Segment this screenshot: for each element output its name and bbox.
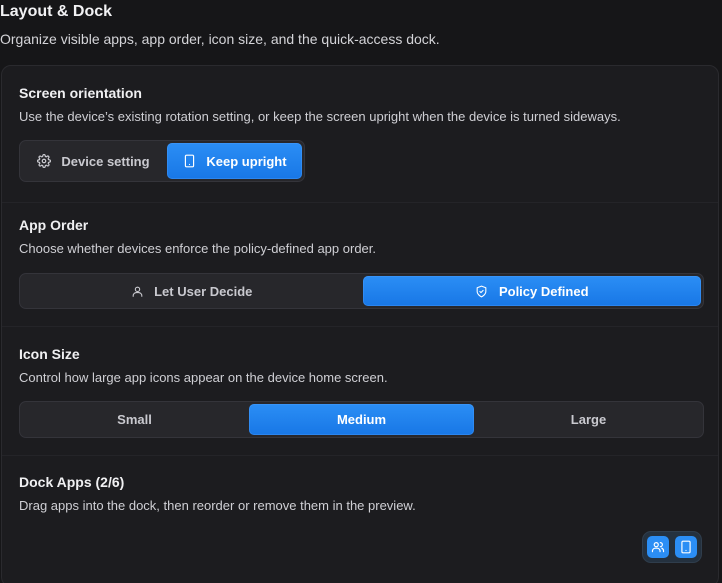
users-button[interactable] — [647, 536, 669, 558]
icon-size-title: Icon Size — [19, 346, 80, 362]
icon-size-option-label: Large — [570, 412, 607, 427]
app-order-option-label: Let User Decide — [154, 283, 253, 299]
shield-icon — [475, 284, 489, 298]
user-icon — [130, 284, 144, 298]
orientation-title: Screen orientation — [19, 85, 142, 101]
orientation-option-device-setting[interactable]: Device setting — [22, 143, 165, 179]
tablet-icon — [679, 540, 693, 554]
tablet-icon — [182, 154, 196, 168]
app-order-option-policy-defined[interactable]: Policy Defined — [362, 276, 701, 306]
orientation-option-label: Device setting — [61, 153, 150, 169]
dock-description: Drag apps into the dock, then reorder or… — [19, 498, 416, 513]
section-divider — [2, 326, 718, 327]
orientation-option-label: Keep upright — [206, 153, 287, 169]
app-order-toggle: Let User Decide Policy Defined — [19, 273, 704, 309]
app-order-description: Choose whether devices enforce the polic… — [19, 241, 376, 256]
app-order-option-let-user-decide[interactable]: Let User Decide — [22, 276, 361, 306]
gear-icon — [37, 154, 52, 168]
icon-size-option-label: Small — [117, 412, 152, 427]
icon-size-option-large[interactable]: Large — [476, 404, 701, 435]
app-order-option-label: Policy Defined — [498, 283, 589, 299]
icon-size-option-small[interactable]: Small — [22, 404, 247, 435]
icon-size-toggle: Small Medium Large — [19, 401, 704, 438]
settings-panel: Screen orientation Use the device’s exis… — [1, 65, 719, 583]
section-divider — [2, 202, 718, 203]
icon-size-option-medium[interactable]: Medium — [249, 404, 474, 435]
orientation-option-keep-upright[interactable]: Keep upright — [167, 143, 302, 179]
users-icon — [651, 540, 665, 554]
page-title: Layout & Dock — [0, 3, 113, 20]
icon-size-description: Control how large app icons appear on th… — [19, 370, 388, 385]
orientation-toggle: Device setting Keep upright — [19, 140, 305, 182]
app-order-title: App Order — [19, 217, 89, 233]
icon-size-option-label: Medium — [336, 412, 387, 427]
section-divider — [2, 455, 718, 456]
device-preview-button[interactable] — [675, 536, 697, 558]
layout-dock-page: Layout & Dock Organize visible apps, app… — [0, 0, 722, 583]
page-subtitle: Organize visible apps, app order, icon s… — [0, 31, 440, 47]
dock-title: Dock Apps (2/6) — [19, 474, 125, 490]
orientation-description: Use the device’s existing rotation setti… — [19, 109, 621, 124]
floating-action-group — [642, 531, 702, 563]
